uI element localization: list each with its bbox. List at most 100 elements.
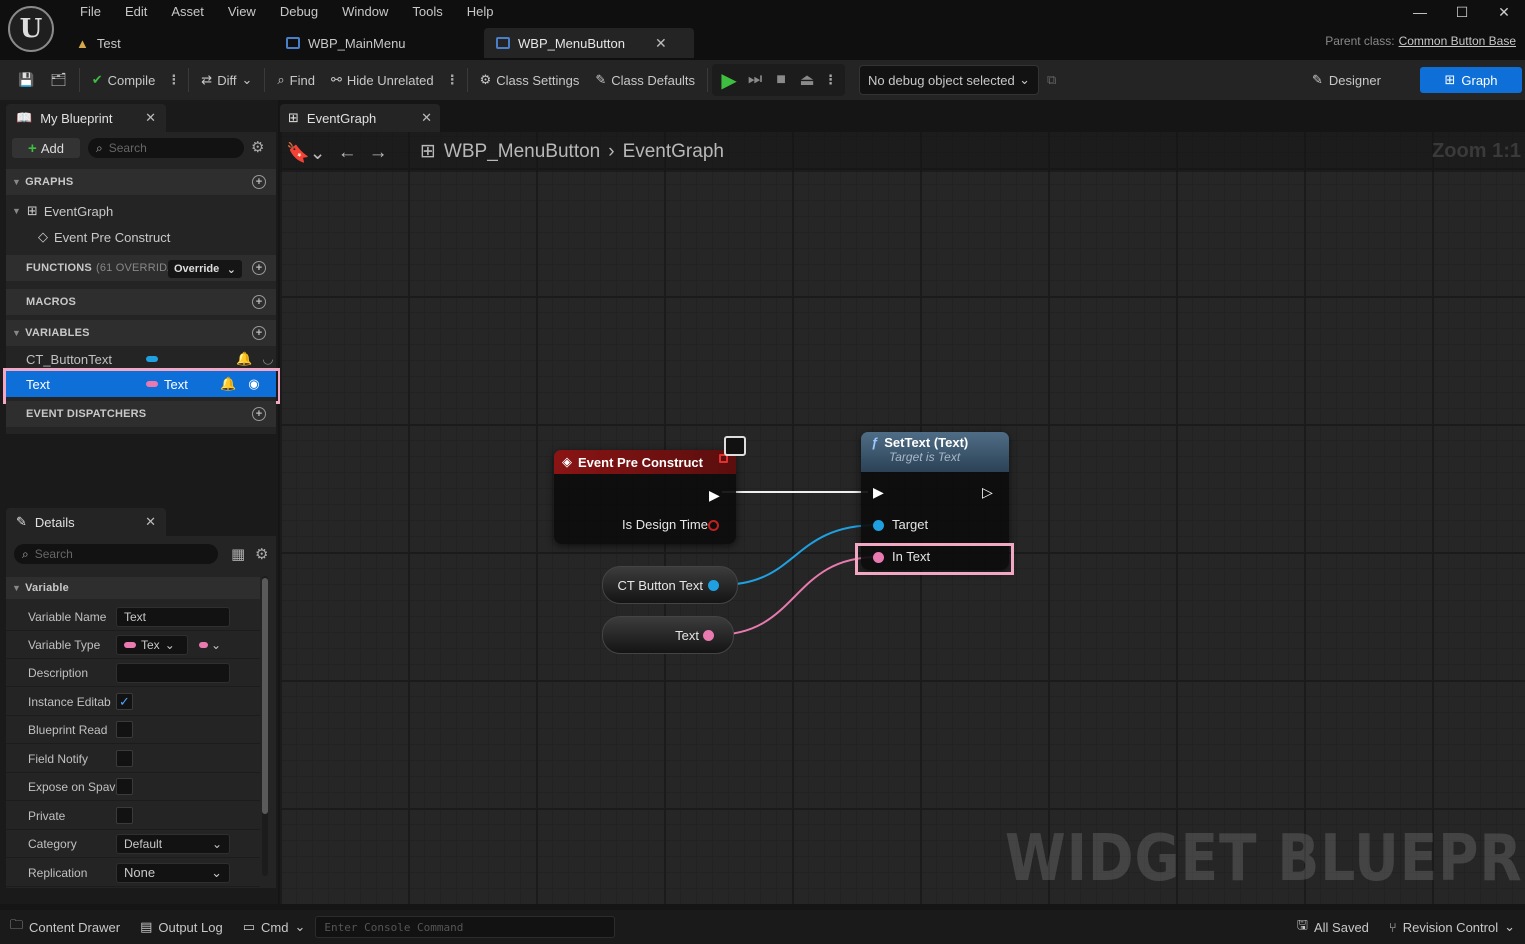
class-settings-button[interactable]: ⚙ Class Settings	[472, 66, 588, 94]
forward-arrow-icon[interactable]: →	[369, 142, 388, 164]
add-macro-icon[interactable]: +	[252, 295, 266, 309]
find-button[interactable]: ⌕ Find	[269, 66, 323, 94]
menu-debug[interactable]: Debug	[268, 3, 330, 21]
field-notify-checkbox[interactable]	[116, 750, 133, 767]
play-options-icon[interactable]: ⋮	[820, 72, 841, 88]
save-button[interactable]: 💾	[0, 66, 42, 94]
designer-button[interactable]: ✎ Designer	[1302, 66, 1391, 94]
category-combo[interactable]: Default ⌄	[116, 833, 230, 854]
menu-window[interactable]: Window	[330, 3, 400, 21]
settings-gear-icon[interactable]: ⚙	[255, 545, 268, 563]
doc-tab-wbp-mainmenu[interactable]: WBP_MainMenu	[274, 28, 484, 58]
breadcrumb-graph[interactable]: EventGraph	[623, 141, 724, 163]
description-input[interactable]	[116, 662, 230, 683]
private-checkbox[interactable]	[116, 807, 133, 824]
section-graphs[interactable]: ▼ GRAPHS +	[6, 169, 276, 195]
close-icon[interactable]: ✕	[421, 110, 432, 126]
debug-find-button[interactable]: ⧉	[1039, 66, 1064, 94]
text-getter-node[interactable]: Text	[602, 616, 734, 654]
target-pin-icon[interactable]	[873, 520, 884, 531]
tree-item-eventgraph[interactable]: ▼ ⊞ EventGraph	[12, 203, 113, 219]
cmd-dropdown[interactable]: ▭ Cmd ⌄	[233, 919, 316, 935]
variable-type-dropdown[interactable]: Tex ⌄	[116, 634, 188, 655]
details-section-variable[interactable]: ▼ Variable	[6, 577, 260, 599]
class-defaults-button[interactable]: ✎ Class Defaults	[587, 66, 703, 94]
all-saved-button[interactable]: 🖫 All Saved	[1287, 916, 1379, 938]
section-event-dispatchers[interactable]: EVENT DISPATCHERS +	[6, 401, 276, 427]
table-view-icon[interactable]: ▦	[231, 545, 245, 563]
menu-edit[interactable]: Edit	[113, 3, 159, 21]
blueprint-read-only-checkbox[interactable]	[116, 721, 133, 738]
text-pin-icon[interactable]	[703, 630, 714, 641]
section-variables[interactable]: ▼ VARIABLES +	[6, 320, 276, 346]
debug-object-select[interactable]: No debug object selected ⌄	[859, 65, 1040, 95]
menu-asset[interactable]: Asset	[159, 3, 216, 21]
expose-on-spawn-checkbox[interactable]	[116, 778, 133, 795]
breadcrumb-blueprint[interactable]: WBP_MenuButton	[444, 141, 600, 163]
maximize-icon[interactable]: ☐	[1441, 0, 1483, 24]
menu-view[interactable]: View	[216, 3, 268, 21]
close-icon[interactable]: ✕	[145, 514, 156, 530]
unreal-logo-icon[interactable]: U	[8, 6, 54, 52]
add-event-dispatcher-icon[interactable]: +	[252, 407, 266, 421]
close-icon[interactable]: ✕	[145, 110, 156, 126]
revision-control-button[interactable]: ⑂ Revision Control ⌄	[1379, 919, 1525, 935]
back-arrow-icon[interactable]: ←	[338, 142, 357, 164]
exec-out-pin-icon[interactable]: ▶	[709, 487, 720, 504]
close-window-icon[interactable]: ✕	[1483, 0, 1525, 24]
variable-name-input[interactable]: Text	[116, 606, 230, 627]
add-function-icon[interactable]: +	[252, 261, 266, 275]
play-icon[interactable]: ▶	[716, 67, 742, 93]
exec-in-pin-icon[interactable]: ▶	[873, 484, 884, 501]
browse-button[interactable]: 🗂	[42, 66, 75, 94]
replication-dropdown[interactable]: None ⌄	[116, 862, 230, 883]
eye-closed-icon[interactable]: ◡	[262, 351, 273, 367]
replication-bell-icon[interactable]: 🔔	[220, 376, 236, 392]
menu-tools[interactable]: Tools	[400, 3, 454, 21]
variable-row-ct-buttontext[interactable]: CT_ButtonText 🔔 ◡	[6, 346, 276, 372]
replication-bell-icon[interactable]: 🔔	[236, 351, 252, 367]
add-button[interactable]: + Add	[12, 138, 80, 158]
bool-pin-icon[interactable]	[708, 520, 719, 531]
eye-open-icon[interactable]: ◉	[248, 376, 259, 392]
instance-editable-checkbox[interactable]: ✓	[116, 693, 133, 710]
graph-mode-button[interactable]: ⊞ Graph	[1420, 67, 1522, 93]
hide-unrelated-button[interactable]: ⚯ Hide Unrelated	[323, 66, 442, 94]
override-dropdown[interactable]: Override ⌄	[168, 260, 242, 278]
parent-class-link[interactable]: Common Button Base	[1399, 34, 1516, 48]
menu-help[interactable]: Help	[455, 3, 506, 21]
details-search-input[interactable]: ⌕ Search	[14, 544, 218, 564]
doc-tab-wbp-menubutton[interactable]: WBP_MenuButton ✕	[484, 28, 694, 58]
content-drawer-button[interactable]: 🗀 Content Drawer	[0, 916, 130, 938]
object-pin-icon[interactable]	[708, 580, 719, 591]
doc-tab-test[interactable]: ▲ Test	[64, 28, 274, 58]
menu-file[interactable]: File	[68, 3, 113, 21]
my-blueprint-tab[interactable]: 📖 My Blueprint ✕	[6, 104, 166, 132]
eventgraph-tab[interactable]: ⊞ EventGraph ✕	[280, 104, 440, 132]
step-icon[interactable]: ⏭	[742, 67, 768, 93]
eject-icon[interactable]: ⏏	[794, 67, 820, 93]
tree-item-event-pre-construct[interactable]: ◇ Event Pre Construct	[38, 229, 170, 245]
event-pre-construct-node[interactable]: ◈ Event Pre Construct ▶ Is Design Time	[554, 450, 736, 544]
compile-button[interactable]: ✔ Compile	[84, 66, 164, 94]
diff-button[interactable]: ⇄ Diff ⌄	[193, 66, 260, 94]
variable-row-text[interactable]: Text Text 🔔 ◉	[6, 371, 276, 397]
bookmark-icon[interactable]: 🔖⌄	[286, 141, 326, 165]
settings-gear-icon[interactable]: ⚙	[251, 138, 264, 156]
container-type-dropdown[interactable]: ⌄	[192, 635, 228, 655]
my-blueprint-search-input[interactable]: ⌕ Search	[88, 138, 244, 158]
in-text-pin-icon[interactable]	[873, 552, 884, 563]
minimize-icon[interactable]: —	[1399, 0, 1441, 24]
add-graph-icon[interactable]: +	[252, 175, 266, 189]
output-log-button[interactable]: ▤ Output Log	[130, 919, 233, 935]
add-variable-icon[interactable]: +	[252, 326, 266, 340]
console-command-input[interactable]: Enter Console Command	[315, 916, 616, 938]
more-options-icon[interactable]: ⋮	[442, 72, 463, 88]
section-macros[interactable]: MACROS +	[6, 289, 276, 315]
details-tab[interactable]: ✎ Details ✕	[6, 508, 166, 536]
stop-icon[interactable]: ■	[768, 67, 794, 93]
close-icon[interactable]: ✕	[655, 35, 667, 52]
exec-out-pin-icon[interactable]: ▷	[982, 484, 993, 501]
settext-node[interactable]: ƒ SetText (Text) Target is Text ▶ ▷ Targ…	[861, 432, 1009, 570]
compile-options-icon[interactable]: ⋮	[163, 72, 184, 88]
